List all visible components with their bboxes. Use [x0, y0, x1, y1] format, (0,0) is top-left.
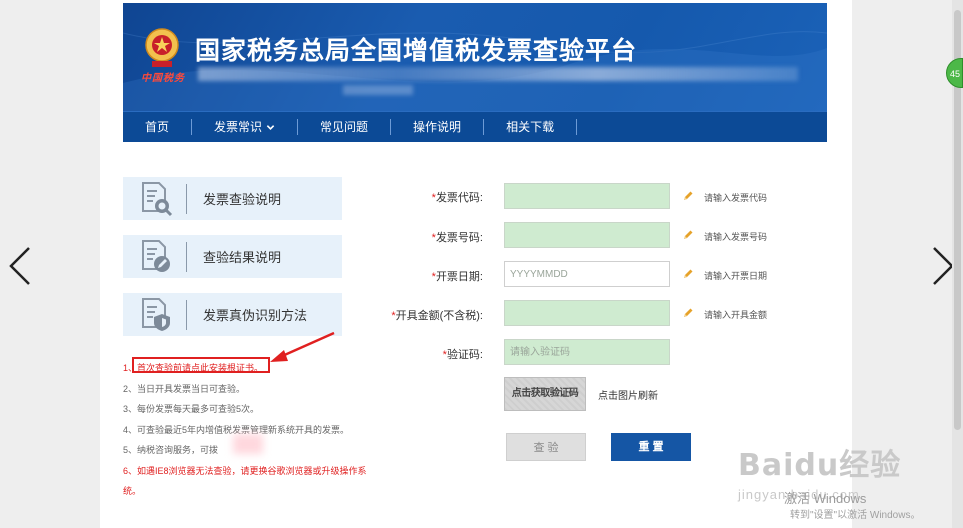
captcha-image-button[interactable]: 点击获取验证码 — [504, 377, 586, 411]
site-header: 中国税务 国家税务总局全国增值税发票查验平台 首页 发票常识 常见问题 操作说明… — [123, 3, 827, 142]
redacted-phone — [233, 434, 263, 454]
doc-edit-icon — [142, 239, 170, 272]
nav-item-instructions[interactable]: 操作说明 — [391, 119, 485, 135]
pencil-icon — [684, 269, 693, 278]
site-title: 国家税务总局全国增值税发票查验平台 — [195, 36, 638, 65]
hint-invoice-code: 请输入发票代码 — [704, 193, 768, 203]
chevron-left-icon — [9, 247, 30, 285]
note-ie8: 6、如遇IE8浏览器无法查验，请更换谷歌浏览器或升级操作系统。 — [123, 465, 367, 496]
reset-button[interactable]: 重 置 — [611, 433, 691, 461]
captcha-refresh-link[interactable]: 点击图片刷新 — [598, 387, 658, 402]
card-label: 发票真伪识别方法 — [203, 308, 308, 323]
nav-label: 常见问题 — [320, 120, 369, 134]
nav-label: 相关下载 — [506, 120, 555, 134]
notes-list: 1、首次查验前请点此安装根证书。 2、当日开具发票当日可查验。 3、每份发票每天… — [123, 358, 373, 501]
captcha-input[interactable] — [504, 339, 670, 365]
amount-input[interactable] — [504, 300, 670, 326]
blurred-subtitle — [198, 67, 798, 81]
main-nav: 首页 发票常识 常见问题 操作说明 相关下载 — [123, 111, 827, 142]
nav-item-home[interactable]: 首页 — [123, 119, 193, 135]
annotation-arrow-icon — [270, 331, 335, 362]
label-text: 发票代码: — [435, 192, 483, 204]
blurred-subtitle-2 — [343, 85, 413, 95]
pencil-icon — [684, 308, 693, 317]
card-invoice-check-guide[interactable]: 发票查验说明 — [123, 177, 342, 220]
invoice-date-input[interactable] — [504, 261, 670, 287]
baidu-watermark: Baidu经验 — [738, 448, 902, 483]
label-text: 开票日期: — [435, 271, 483, 283]
doc-shield-icon — [142, 297, 170, 331]
card-label: 发票查验说明 — [203, 192, 282, 207]
highlight-box — [132, 357, 270, 373]
side-floating-badge[interactable]: 45 — [946, 58, 963, 88]
windows-activate-title: 激活 Windows — [784, 491, 867, 506]
label-invoice-date: *开票日期: — [380, 268, 483, 284]
label-captcha: *验证码: — [380, 346, 483, 362]
tax-emblem-icon — [145, 28, 179, 67]
hint-invoice-number: 请输入发票号码 — [704, 232, 768, 242]
label-text: 验证码: — [446, 349, 483, 361]
nav-label: 首页 — [145, 120, 170, 134]
card-result-guide[interactable]: 查验结果说明 — [123, 235, 342, 278]
emblem-caption: 中国税务 — [141, 73, 185, 84]
pencil-icon — [684, 230, 693, 239]
query-button[interactable]: 查 验 — [506, 433, 586, 461]
note-same-day: 2、当日开具发票当日可查验。 — [123, 383, 246, 394]
card-label: 查验结果说明 — [203, 250, 282, 265]
hint-amount: 请输入开具金额 — [704, 310, 768, 320]
label-text: 开具金额(不含税): — [395, 310, 483, 322]
image-viewer: 中国税务 国家税务总局全国增值税发票查验平台 首页 发票常识 常见问题 操作说明… — [0, 0, 963, 528]
invoice-number-input[interactable] — [504, 222, 670, 248]
pencil-icon — [684, 191, 693, 200]
hint-invoice-date: 请输入开票日期 — [704, 271, 768, 281]
note-five-times: 3、每份发票每天最多可查验5次。 — [123, 404, 260, 414]
invoice-code-input[interactable] — [504, 183, 670, 209]
label-amount: *开具金额(不含税): — [370, 307, 483, 323]
doc-search-icon — [142, 181, 173, 216]
previous-image-button[interactable] — [5, 245, 35, 287]
label-invoice-number: *发票号码: — [380, 229, 483, 245]
chevron-down-icon — [266, 124, 275, 130]
nav-item-downloads[interactable]: 相关下载 — [484, 119, 578, 135]
nav-label: 发票常识 — [214, 120, 263, 134]
label-text: 发票号码: — [435, 232, 483, 244]
windows-activate-hint: 转到"设置"以激活 Windows。 — [790, 510, 921, 521]
label-invoice-code: *发票代码: — [380, 189, 483, 205]
card-divider — [186, 183, 187, 214]
nav-label: 操作说明 — [413, 120, 462, 134]
nav-item-faq[interactable]: 常见问题 — [298, 119, 392, 135]
card-divider — [186, 299, 187, 330]
nav-item-invoice-knowledge[interactable]: 发票常识 — [192, 119, 299, 135]
card-divider — [186, 241, 187, 272]
